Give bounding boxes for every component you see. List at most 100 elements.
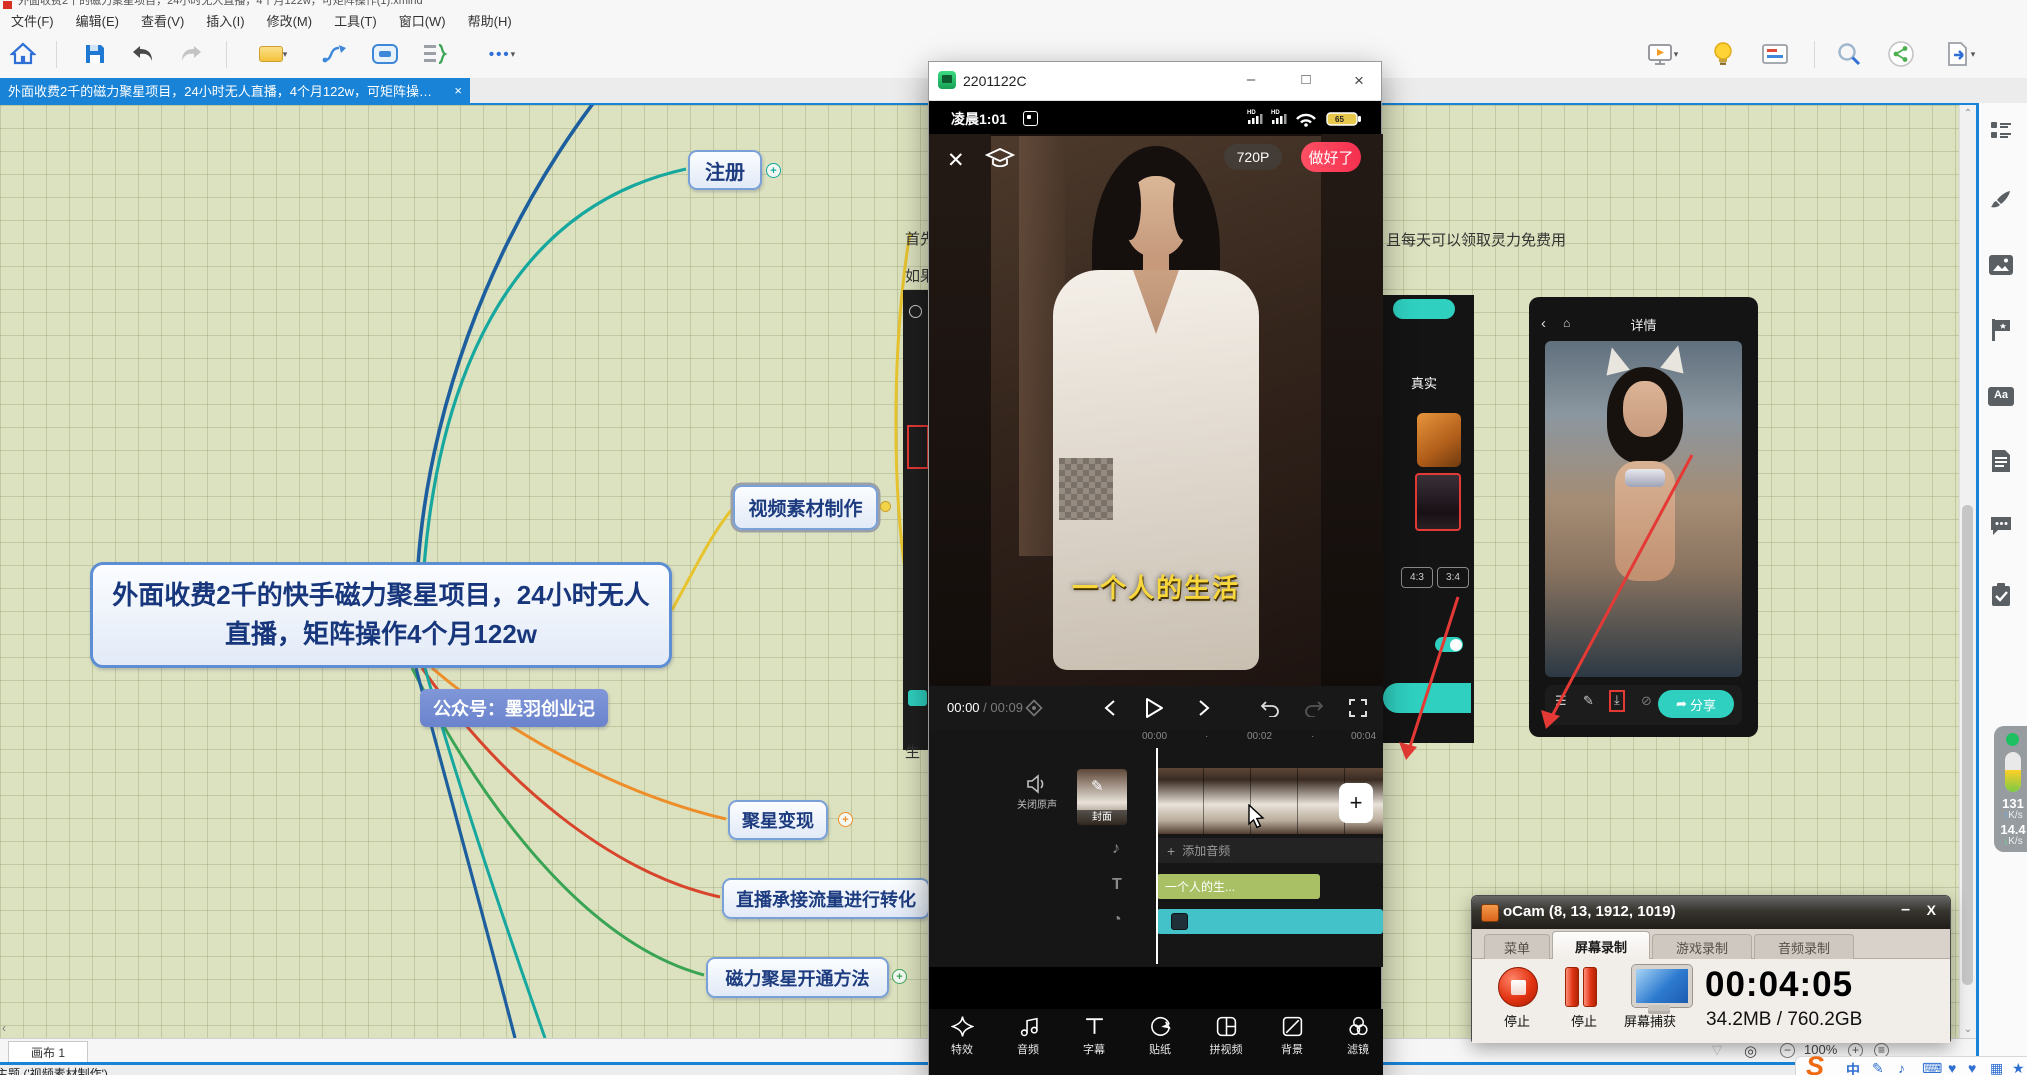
done-export-button[interactable]: 做好了: [1301, 142, 1361, 172]
expand-plus-icon[interactable]: +: [838, 812, 853, 827]
filter-icon[interactable]: ▽: [1712, 1042, 1722, 1058]
sticker-rail-icon[interactable]: ◔: [1112, 911, 1122, 929]
chevron-down-icon[interactable]: ▾: [283, 49, 288, 60]
tool-subtitles[interactable]: 字幕: [1061, 1009, 1127, 1075]
pause-record-button[interactable]: [1583, 967, 1597, 1007]
zoom-out-button[interactable]: −: [1780, 1043, 1795, 1058]
label-icon[interactable]: Aa: [1988, 383, 2014, 409]
menu-edit[interactable]: 编辑(E): [65, 11, 130, 30]
relationship-button[interactable]: [318, 39, 352, 69]
topic-node-register[interactable]: 注册: [688, 150, 762, 190]
resolution-button[interactable]: 720P: [1224, 144, 1282, 170]
undo-button[interactable]: [126, 39, 160, 69]
expand-plus-icon[interactable]: +: [766, 163, 781, 178]
pointer-mode-icon[interactable]: ◎: [1744, 1042, 1757, 1060]
menu-view[interactable]: 查看(V): [130, 11, 195, 30]
home-button[interactable]: [6, 39, 40, 69]
menu-file[interactable]: 文件(F): [0, 11, 65, 30]
tab-game-record[interactable]: 游戏录制: [1652, 934, 1752, 960]
pause-record-button[interactable]: [1565, 967, 1579, 1007]
scroll-up-icon[interactable]: ⌃: [1960, 108, 1976, 119]
boundary-button[interactable]: [368, 39, 402, 69]
ocam-recorder-window[interactable]: oCam (8, 13, 1912, 1019) – X 菜单 屏幕录制 游戏录…: [1471, 895, 1951, 1042]
menu-insert[interactable]: 插入(I): [195, 11, 255, 30]
ime-voice-icon[interactable]: ♪: [1898, 1060, 1905, 1075]
topic-node-video-material[interactable]: 视频素材制作: [733, 485, 878, 530]
tab-screen-record[interactable]: 屏幕录制: [1552, 931, 1650, 960]
canvas-vertical-scrollbar[interactable]: ⌃ ⌄: [1959, 105, 1976, 1038]
fullscreen-icon[interactable]: [1345, 695, 1371, 721]
tool-stickers[interactable]: 贴纸: [1127, 1009, 1193, 1075]
editor-close-icon[interactable]: ✕: [947, 148, 965, 173]
minimize-button[interactable]: –: [1239, 71, 1263, 88]
maximize-button[interactable]: □: [1294, 71, 1318, 88]
tab-menu[interactable]: 菜单: [1484, 934, 1550, 960]
chevron-down-icon[interactable]: ▾: [1971, 49, 1976, 60]
more-tools-button[interactable]: ••• ▾: [478, 39, 526, 69]
stop-record-button[interactable]: [1498, 967, 1538, 1007]
chevron-down-icon[interactable]: ▾: [1674, 49, 1679, 60]
prev-frame-icon[interactable]: [1097, 695, 1123, 721]
ime-keyboard-icon[interactable]: ⌨: [1922, 1060, 1942, 1075]
comment-icon[interactable]: [1988, 513, 2014, 539]
keyframe-icon[interactable]: [1021, 695, 1047, 721]
tutorial-cap-icon[interactable]: [985, 147, 1015, 171]
ime-pen-icon[interactable]: ✎: [1872, 1060, 1884, 1075]
topic-node-livestream[interactable]: 直播承接流量进行转化: [722, 878, 930, 919]
text-rail-icon[interactable]: T: [1112, 876, 1122, 894]
phone-mirror-window[interactable]: 2201122C – □ × 凌晨1:01 HD HD 65: [928, 61, 1382, 1075]
slides-panel-button[interactable]: [1758, 39, 1792, 69]
redo-button[interactable]: [174, 39, 208, 69]
playhead[interactable]: [1156, 748, 1158, 964]
image-icon[interactable]: [1988, 252, 2014, 278]
share-button[interactable]: [1884, 39, 1918, 69]
scrollbar-thumb[interactable]: [1962, 505, 1973, 985]
redo-icon[interactable]: [1301, 695, 1327, 721]
menu-modify[interactable]: 修改(M): [256, 11, 324, 30]
marker-flag-icon[interactable]: [1988, 317, 2014, 343]
notes-icon[interactable]: [1988, 448, 2014, 474]
close-button[interactable]: ×: [1347, 71, 1371, 91]
ime-favorite-icon[interactable]: ♥: [1968, 1060, 1976, 1075]
central-topic-node[interactable]: 外面收费2千的快手磁力聚星项目，24小时无人直播，矩阵操作4个月122w: [90, 562, 672, 668]
sogou-logo[interactable]: S: [1806, 1051, 1824, 1075]
summary-button[interactable]: [418, 39, 452, 69]
menu-tools[interactable]: 工具(T): [323, 11, 388, 30]
play-icon[interactable]: [1141, 695, 1167, 721]
minimize-button[interactable]: –: [1901, 901, 1910, 919]
undo-icon[interactable]: [1257, 695, 1283, 721]
ime-grid-icon[interactable]: ▦: [1990, 1060, 2003, 1075]
tool-filters[interactable]: 滤镜: [1325, 1009, 1391, 1075]
add-clip-button[interactable]: +: [1339, 783, 1373, 823]
ime-star-icon[interactable]: ★: [2012, 1060, 2025, 1075]
audio-rail-icon[interactable]: ♪: [1112, 840, 1120, 858]
ocam-titlebar[interactable]: oCam (8, 13, 1912, 1019) – X: [1472, 896, 1950, 929]
scroll-down-icon[interactable]: ⌄: [1960, 1024, 1976, 1035]
netspeed-widget[interactable]: 131 ↑K/s 14.4 ↓K/s: [1994, 726, 2027, 852]
mute-original-button[interactable]: 关闭原声: [1007, 774, 1067, 811]
screen-capture-button[interactable]: [1632, 965, 1692, 1007]
presentation-button[interactable]: ▾: [1638, 39, 1686, 69]
save-button[interactable]: [78, 39, 112, 69]
tool-background[interactable]: 背景: [1259, 1009, 1325, 1075]
cover-edit-thumb[interactable]: ✎ 封面: [1077, 769, 1127, 825]
add-audio-track[interactable]: + 添加音频: [1157, 838, 1383, 863]
scroll-left-icon[interactable]: ‹: [2, 1021, 6, 1035]
insert-topic-button[interactable]: ▾: [250, 39, 296, 69]
effect-clip-track[interactable]: [1157, 909, 1383, 934]
phone-window-titlebar[interactable]: 2201122C – □ ×: [929, 62, 1381, 101]
topic-node-monetize[interactable]: 聚星变现: [728, 800, 828, 840]
subtopic-badge-node[interactable]: 公众号：墨羽创业记: [420, 689, 608, 727]
export-button[interactable]: ▾: [1934, 39, 1986, 69]
tab-audio-record[interactable]: 音频录制: [1754, 934, 1854, 960]
lightbulb-button[interactable]: [1706, 39, 1740, 69]
outline-panel-icon[interactable]: [1988, 117, 2014, 143]
video-preview[interactable]: 一个人的生活: [929, 134, 1383, 686]
task-clipboard-icon[interactable]: [1988, 582, 2014, 608]
menu-window[interactable]: 窗口(W): [388, 11, 457, 30]
canvas-sheet-tab[interactable]: 画布 1: [8, 1041, 88, 1064]
next-frame-icon[interactable]: [1191, 695, 1217, 721]
active-document-tab[interactable]: 外面收费2千的磁力聚星项目，24小时无人直播，4个月122w，可矩阵操作(1) …: [0, 78, 470, 103]
close-button[interactable]: X: [1927, 902, 1936, 918]
video-overlay-text[interactable]: 一个人的生活: [929, 568, 1383, 605]
